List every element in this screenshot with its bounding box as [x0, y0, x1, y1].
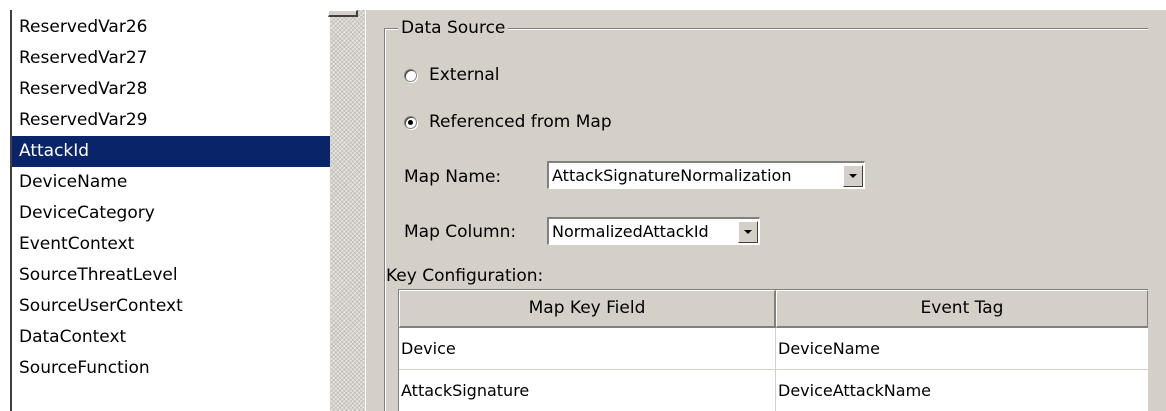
external-radio-button[interactable]	[404, 68, 417, 82]
referenced-from-map-radio-option[interactable]: Referenced from Map	[404, 110, 612, 134]
table-cell-event-tag[interactable]: DeviceAttackName	[776, 370, 1148, 411]
referenced-from-map-radio-label: Referenced from Map	[429, 112, 612, 132]
list-item[interactable]: ReservedVar29	[12, 105, 330, 136]
map-name-label: Map Name:	[404, 167, 502, 187]
map-column-label: Map Column:	[404, 222, 517, 242]
map-name-dropdown-button[interactable]	[843, 164, 863, 187]
map-name-value: AttackSignatureNormalization	[552, 166, 792, 185]
column-header-event-tag[interactable]: Event Tag	[776, 290, 1148, 328]
list-item[interactable]: ReservedVar27	[12, 43, 330, 74]
list-item-selected[interactable]: AttackId	[12, 136, 330, 167]
data-source-group-title: Data Source	[398, 18, 509, 38]
referenced-from-map-radio-button[interactable]	[404, 115, 417, 129]
external-radio-label: External	[429, 65, 500, 85]
list-item[interactable]: SourceFunction	[12, 353, 330, 384]
list-item[interactable]: EventContext	[12, 229, 330, 260]
table-cell-map-key-field[interactable]: AttackSignature	[399, 370, 776, 411]
list-item[interactable]: DeviceCategory	[12, 198, 330, 229]
table-cell-map-key-field[interactable]: Device	[399, 328, 776, 370]
table-cell-event-tag[interactable]: DeviceName	[776, 328, 1148, 370]
key-configuration-label: Key Configuration:	[386, 266, 544, 286]
external-radio-option[interactable]: External	[404, 63, 500, 87]
details-panel: Data Source External Referenced from Map…	[366, 10, 1166, 411]
chevron-down-icon	[744, 229, 752, 234]
column-header-map-key-field[interactable]: Map Key Field	[399, 290, 776, 328]
pane-splitter[interactable]	[330, 10, 366, 411]
list-item[interactable]: DeviceName	[12, 167, 330, 198]
list-item[interactable]: SourceUserContext	[12, 291, 330, 322]
field-mapping-window: ReservedVar26 ReservedVar27 ReservedVar2…	[0, 0, 1166, 411]
map-name-dropdown[interactable]: AttackSignatureNormalization	[547, 161, 865, 189]
map-column-dropdown-button[interactable]	[738, 220, 758, 243]
field-list[interactable]: ReservedVar26 ReservedVar27 ReservedVar2…	[10, 10, 330, 411]
key-configuration-grid[interactable]: Map Key Field Event Tag Device DeviceNam…	[398, 289, 1148, 411]
list-item[interactable]: ReservedVar26	[12, 12, 330, 43]
list-item[interactable]: ReservedVar28	[12, 74, 330, 105]
map-column-value: NormalizedAttackId	[552, 222, 709, 241]
splitter-grip-handle[interactable]	[328, 10, 358, 17]
list-item[interactable]: SourceThreatLevel	[12, 260, 330, 291]
list-item[interactable]: DataContext	[12, 322, 330, 353]
chevron-down-icon	[849, 173, 857, 178]
map-column-dropdown[interactable]: NormalizedAttackId	[547, 217, 760, 245]
